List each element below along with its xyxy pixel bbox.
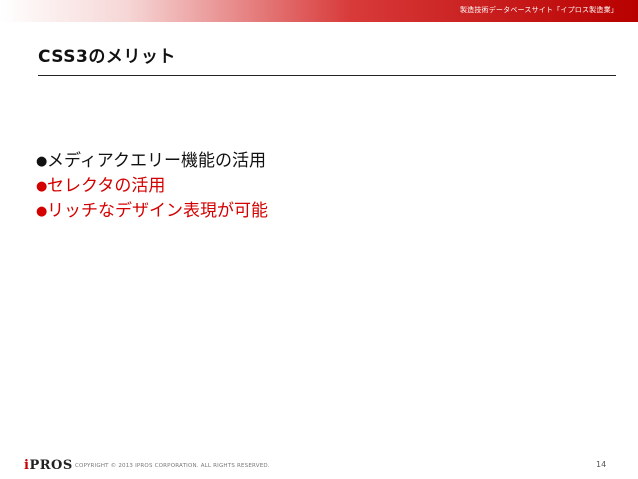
- slide-title: CSS3のメリット: [38, 47, 176, 67]
- bullet-item-rich-design: ●リッチなデザイン表現が可能: [36, 199, 268, 224]
- ipros-logo: iPROS: [24, 458, 73, 473]
- bullet-item-media-query: ●メディアクエリー機能の活用: [36, 149, 268, 174]
- header-bar: 製造技術データベースサイト「イプロス製造業」: [0, 0, 638, 22]
- bullet-text: リッチなデザイン表現が可能: [47, 201, 268, 221]
- bullet-list: ●メディアクエリー機能の活用 ●セレクタの活用 ●リッチなデザイン表現が可能: [36, 149, 268, 224]
- logo-text: PROS: [29, 458, 73, 473]
- title-divider: [38, 75, 616, 76]
- bullet-icon: ●: [36, 179, 48, 194]
- bullet-icon: ●: [36, 204, 48, 219]
- bullet-text: セレクタの活用: [47, 176, 166, 196]
- bullet-text: メディアクエリー機能の活用: [47, 151, 266, 171]
- copyright-notice: COPYRIGHT © 2013 IPROS CORPORATION. ALL …: [75, 463, 270, 469]
- bullet-item-selectors: ●セレクタの活用: [36, 174, 268, 199]
- bullet-icon: ●: [36, 154, 48, 169]
- page-number: 14: [596, 460, 607, 469]
- site-name: 製造技術データベースサイト「イプロス製造業」: [459, 6, 618, 14]
